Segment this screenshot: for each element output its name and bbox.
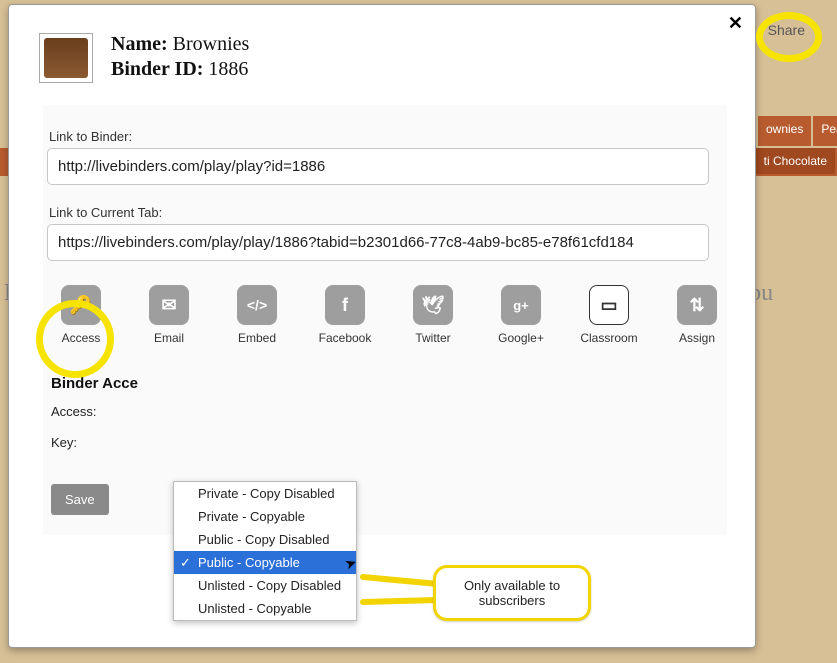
share-email[interactable]: ✉ Email [139,285,199,345]
callout-line2: subscribers [444,593,580,608]
share-twitter[interactable]: 🕊 Twitter [403,285,463,345]
callout-arrow [353,572,443,622]
share-classroom[interactable]: ▭ Classroom [579,285,639,345]
callout-bubble: Only available to subscribers [433,565,591,621]
access-dropdown[interactable]: Private - Copy Disabled Private - Copyab… [173,481,357,621]
share-label: Email [139,331,199,345]
share-label: Access [51,331,111,345]
key-icon: 🔑 [61,285,101,325]
facebook-icon: f [325,285,365,325]
classroom-icon: ▭ [589,285,629,325]
close-icon[interactable]: ✕ [728,13,743,34]
share-label: Classroom [579,331,639,345]
bg-tab: Pea [813,116,837,146]
access-option[interactable]: Unlisted - Copy Disabled [174,574,356,597]
googleplus-icon: g+ [501,285,541,325]
binder-thumbnail [39,33,93,83]
link-binder-label: Link to Binder: [49,129,727,144]
share-facebook[interactable]: f Facebook [315,285,375,345]
name-value: Brownies [173,33,250,55]
access-option[interactable]: Private - Copyable [174,505,356,528]
share-label: Facebook [315,331,375,345]
binder-id-row: Binder ID: 1886 [111,58,249,81]
share-link[interactable]: Share [768,22,805,38]
link-tab-input[interactable] [47,224,709,261]
code-icon: </> [237,285,277,325]
bg-tab: ti Chocolate [756,148,835,174]
share-label: Google+ [491,331,551,345]
binder-name-row: Name: Brownies [111,33,249,56]
access-option[interactable]: Private - Copy Disabled [174,482,356,505]
twitter-icon: 🕊 [413,285,453,325]
share-label: Assign [667,331,727,345]
share-googleplus[interactable]: g+ Google+ [491,285,551,345]
share-label: Embed [227,331,287,345]
name-label: Name: [111,33,168,55]
share-assign[interactable]: ⇅ Assign [667,285,727,345]
binder-access-heading: Binder Acce [51,375,727,392]
access-option[interactable]: Public - Copy Disabled [174,528,356,551]
key-label: Key: [51,435,727,450]
share-access[interactable]: 🔑 Access [51,285,111,345]
save-button[interactable]: Save [51,484,109,515]
callout-line1: Only available to [444,578,580,593]
assign-icon: ⇅ [677,285,717,325]
bg-tab: ownies [758,116,811,146]
share-modal: ✕ Name: Brownies Binder ID: 1886 Link to… [8,4,756,648]
id-value: 1886 [208,58,248,80]
mail-icon: ✉ [149,285,189,325]
share-label: Twitter [403,331,463,345]
share-embed[interactable]: </> Embed [227,285,287,345]
share-actions-row: 🔑 Access ✉ Email </> Embed f Facebook 🕊 [51,285,727,345]
access-label: Access: [51,404,727,419]
access-option[interactable]: Unlisted - Copyable [174,597,356,620]
link-tab-label: Link to Current Tab: [49,205,727,220]
link-binder-input[interactable] [47,148,709,185]
id-label: Binder ID: [111,58,203,80]
access-option-selected[interactable]: Public - Copyable [174,551,356,574]
